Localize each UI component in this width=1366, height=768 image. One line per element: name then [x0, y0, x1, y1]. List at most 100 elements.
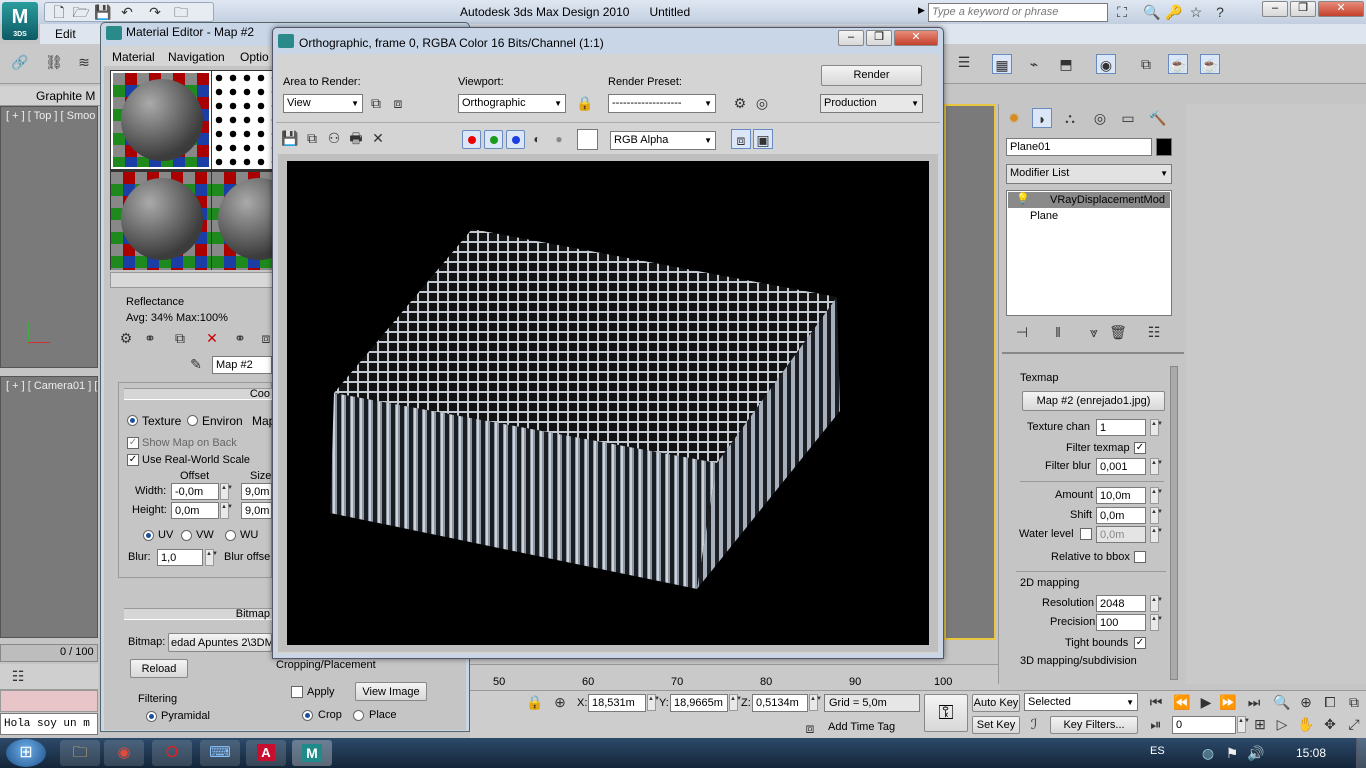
key-mode-toggle-icon[interactable]: ⏯ — [1146, 714, 1166, 734]
motion-tab-icon[interactable]: ◎ — [1090, 108, 1110, 128]
display-tab-icon[interactable]: ▭ — [1118, 108, 1138, 128]
tight-bounds-checkbox[interactable]: ✓ — [1134, 637, 1146, 649]
display-channel-dropdown[interactable]: RGB Alpha — [610, 131, 716, 150]
production-dropdown[interactable]: Production — [820, 94, 923, 113]
sample-slot-2[interactable] — [212, 71, 274, 169]
minimize-app-button[interactable]: – — [1262, 1, 1288, 17]
go-to-end-icon[interactable]: ⏭ — [1244, 692, 1264, 712]
object-color-swatch[interactable] — [1156, 138, 1172, 156]
field-of-view-icon[interactable]: ▷ — [1272, 714, 1292, 734]
curve-editor-icon[interactable]: ▦ — [992, 54, 1012, 74]
print-image-icon[interactable]: 🖶 — [346, 128, 366, 148]
environment-effects-icon[interactable]: ◎ — [752, 93, 772, 113]
shift-field[interactable]: 0,0m — [1096, 507, 1146, 524]
texture-chan-field[interactable]: 1 — [1096, 419, 1146, 436]
viewport-camera[interactable] — [0, 376, 98, 638]
save-image-icon[interactable]: 💾 — [280, 128, 300, 148]
schematic-view-icon[interactable]: ⌁ — [1024, 54, 1044, 74]
layer-icon[interactable]: ☰ — [954, 52, 974, 72]
render-maximize-button[interactable]: ❐ — [866, 30, 892, 46]
binoculars-icon[interactable]: ⛶ — [1112, 2, 1132, 22]
render-production-icon[interactable]: ☕ — [1168, 54, 1188, 74]
green-channel-icon[interactable] — [484, 130, 503, 149]
utilities-tab-icon[interactable]: 🔨 — [1148, 108, 1168, 128]
bind-space-warp-icon[interactable]: ≋ — [74, 52, 94, 72]
show-map-on-back-checkbox[interactable]: ✓ — [127, 437, 139, 449]
taskbar-pdf-icon[interactable]: A — [246, 740, 286, 766]
play-icon[interactable]: ▶ — [1196, 692, 1216, 712]
rollout-scrollbar[interactable] — [1170, 366, 1178, 680]
z-coordinate-field[interactable]: 0,5134m — [752, 694, 808, 712]
pan-icon[interactable]: ✋ — [1296, 714, 1316, 734]
undo-icon[interactable]: ↶ — [117, 2, 137, 22]
modifier-list-dropdown[interactable]: Modifier List — [1006, 164, 1172, 184]
precision-field[interactable]: 100 — [1096, 614, 1146, 631]
maxscript-input[interactable]: Hola soy un m — [0, 713, 98, 735]
taskbar-opera-icon[interactable]: O — [152, 740, 192, 766]
volume-icon[interactable]: 🔊 — [1246, 743, 1266, 763]
time-config-icon[interactable]: ⊞ — [1250, 714, 1270, 734]
width-size-field[interactable]: 9,0m — [241, 483, 272, 500]
rendered-image[interactable] — [287, 161, 929, 645]
blur-field[interactable]: 1,0 — [157, 549, 203, 566]
amount-field[interactable]: 10,0m — [1096, 487, 1146, 504]
zoom-extents-all-icon[interactable]: ⧉ — [1344, 692, 1364, 712]
modify-tab-icon[interactable]: ◗ — [1032, 108, 1052, 128]
clear-image-icon[interactable]: ✕ — [368, 128, 388, 148]
toggle-ui-icon[interactable]: ▣ — [753, 129, 773, 149]
set-key-button[interactable]: Set Key — [972, 716, 1020, 734]
filter-blur-field[interactable]: 0,001 — [1096, 458, 1146, 475]
blur-spinner[interactable]: ▲▼ — [205, 549, 218, 566]
view-image-button[interactable]: View Image — [355, 682, 427, 701]
render-close-button[interactable]: ✕ — [894, 30, 938, 46]
eyedropper-icon[interactable]: ✎ — [186, 354, 206, 374]
render-preset-dropdown[interactable]: ------------------- — [608, 94, 716, 113]
height-size-field[interactable]: 9,0m — [241, 502, 272, 519]
save-icon[interactable]: 💾 — [93, 2, 113, 22]
blue-channel-icon[interactable] — [506, 130, 525, 149]
object-name-field[interactable]: Plane01 — [1006, 138, 1152, 156]
place-radio[interactable] — [353, 710, 364, 721]
height-offset-field[interactable]: 0,0m — [171, 502, 219, 519]
reload-button[interactable]: Reload — [130, 659, 188, 678]
link-icon[interactable]: 🔗 — [10, 52, 30, 72]
viewport-perspective[interactable] — [944, 104, 996, 640]
bitmap-path-button[interactable]: edad Apuntes 2\3DMa — [168, 633, 272, 652]
apply-checkbox[interactable] — [291, 686, 303, 698]
zoom-extents-icon[interactable]: ⧠ — [1320, 692, 1340, 712]
make-unique-icon[interactable]: ⩔ — [1084, 322, 1104, 342]
assign-material-icon[interactable]: ⧉ — [170, 328, 190, 348]
redo-icon[interactable]: ↷ — [145, 2, 165, 22]
uv-radio[interactable] — [143, 530, 154, 541]
render-iterative-icon[interactable]: ☕ — [1200, 54, 1220, 74]
add-time-tag[interactable]: Add Time Tag — [828, 721, 895, 733]
viewport-camera-label[interactable]: [ + ] [ Camera01 ] [ — [6, 380, 97, 392]
default-in-out-tangents-icon[interactable]: ℐ — [1024, 714, 1044, 734]
environ-radio[interactable] — [187, 415, 198, 426]
track-bar-toggle-icon[interactable]: ☷ — [8, 666, 28, 686]
color-swatch[interactable] — [577, 129, 598, 150]
menu-options[interactable]: Optio — [240, 50, 269, 64]
rendered-frame-window-icon[interactable]: ⧉ — [1136, 54, 1156, 74]
open-file-icon[interactable]: 🗁 — [71, 2, 91, 22]
alpha-channel-icon[interactable]: ◐ — [527, 129, 547, 149]
vw-radio[interactable] — [181, 530, 192, 541]
create-tab-icon[interactable]: ✹ — [1004, 108, 1024, 128]
graphite-tab[interactable]: Graphite M — [36, 89, 95, 103]
lock-viewport-icon[interactable]: 🔒 — [575, 93, 595, 113]
water-level-field[interactable]: 0,0m — [1096, 526, 1146, 543]
edit-region-icon[interactable]: ⧉ — [366, 93, 386, 113]
close-app-button[interactable]: ✕ — [1318, 1, 1364, 17]
amount-spinner[interactable]: ▲▼ — [1150, 487, 1163, 504]
key-icon[interactable]: 🔑 — [1164, 2, 1184, 22]
taskbar-explorer-icon[interactable]: 🗀 — [60, 740, 100, 766]
maxscript-listener-pink[interactable] — [0, 690, 98, 712]
filter-blur-spinner[interactable]: ▲▼ — [1150, 458, 1163, 475]
zoom-all-icon[interactable]: ⊕ — [1296, 692, 1316, 712]
timeline-ruler[interactable] — [470, 664, 1000, 690]
texture-radio[interactable] — [127, 415, 138, 426]
x-coordinate-field[interactable]: 18,531m — [588, 694, 646, 712]
pyramidal-radio[interactable] — [146, 711, 157, 722]
render-minimize-button[interactable]: – — [838, 30, 864, 46]
x-spinner[interactable]: ▲▼ — [647, 694, 660, 711]
